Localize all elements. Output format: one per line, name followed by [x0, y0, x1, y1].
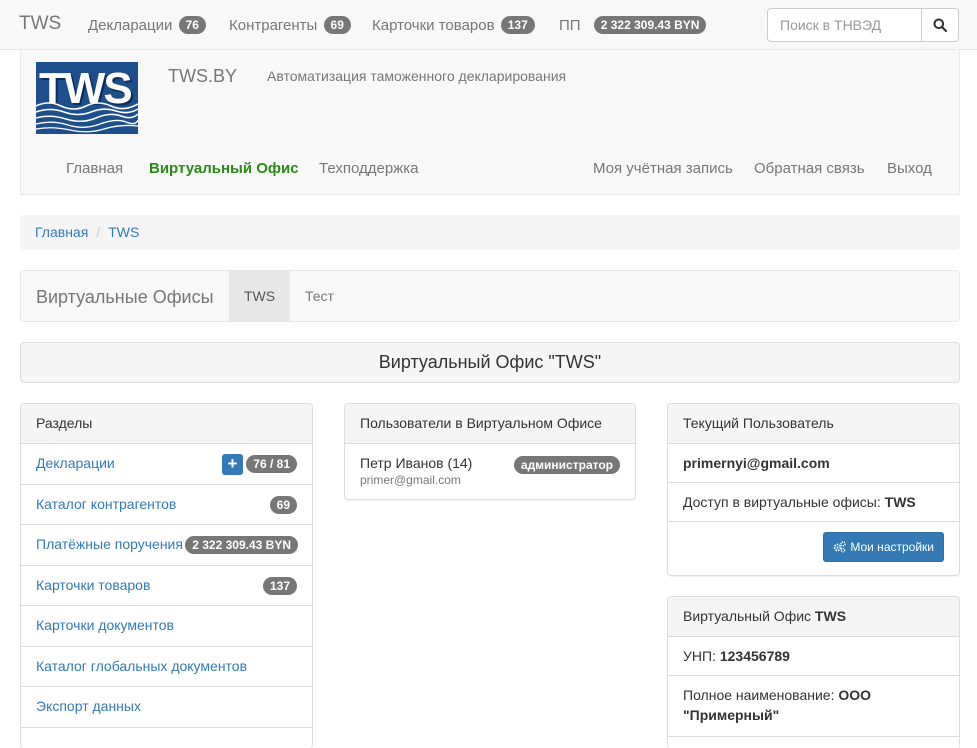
section-badge: 2 322 309.43 BYN: [185, 536, 298, 554]
nav-payment-orders[interactable]: ПП 2 322 309.43 BYN: [559, 16, 707, 34]
site-logo[interactable]: TWS: [36, 62, 138, 134]
user-row: Петр Иванов (14) primer@gmail.com админи…: [345, 444, 635, 492]
nav-payment-orders-badge: 2 322 309.43 BYN: [593, 16, 707, 34]
nav-product-cards-label: Карточки товаров: [372, 17, 495, 34]
section-item-global-documents[interactable]: Каталог глобальных документов: [21, 647, 312, 687]
nav-declarations-label: Декларации: [88, 17, 173, 34]
top-navbar: TWS Декларации 76 Контрагенты 69 Карточк…: [0, 0, 977, 50]
header-nav-home[interactable]: Главная: [66, 160, 123, 177]
nav-declarations[interactable]: Декларации 76: [88, 16, 206, 34]
logo-waves: [36, 102, 138, 133]
section-item-document-cards[interactable]: Карточки документов: [21, 606, 312, 647]
section-item-label: Экспорт данных: [36, 698, 141, 714]
unp-label: УНП:: [683, 648, 716, 664]
add-declaration-button[interactable]: +: [222, 454, 243, 475]
section-item-contractors[interactable]: Каталог контрагентов 69: [21, 485, 312, 525]
section-item-product-cards[interactable]: Карточки товаров 137: [21, 566, 312, 606]
office-info-heading-name: TWS: [814, 608, 847, 624]
header-nav-my-account[interactable]: Моя учётная запись: [593, 160, 733, 177]
section-item-declarations[interactable]: Декларации + 76 / 81: [21, 444, 312, 485]
nav-contractors-badge: 69: [323, 16, 351, 34]
section-badge: 69: [269, 495, 297, 514]
search-button[interactable]: [921, 8, 959, 42]
search-icon: [933, 18, 947, 32]
header-nav-virtual-office[interactable]: Виртуальный Офис: [149, 160, 299, 177]
access-value: TWS: [884, 494, 916, 510]
virtual-offices-title: Виртуальные Офисы: [36, 287, 214, 307]
section-item-label: Карточки документов: [36, 617, 174, 633]
my-settings-label: Мои настройки: [850, 540, 934, 554]
section-item-label: Карточки товаров: [36, 576, 151, 593]
section-badge: 76 / 81: [246, 455, 297, 473]
header-nav-feedback[interactable]: Обратная связь: [754, 160, 865, 177]
breadcrumb-separator: /: [96, 224, 101, 240]
nav-contractors[interactable]: Контрагенты 69: [229, 16, 351, 34]
nav-declarations-badge: 76: [178, 16, 206, 34]
full-name-label: Полное наименование:: [683, 687, 835, 703]
current-user-access: Доступ в виртуальные офисы: TWS: [668, 483, 959, 522]
breadcrumb-current[interactable]: TWS: [108, 224, 139, 240]
settings-row: Мои настройки: [668, 522, 959, 572]
office-full-name: Полное наименование: ООО "Примерный": [668, 676, 959, 737]
office-info-panel: Виртуальный Офис TWS УНП: 123456789 Полн…: [667, 596, 960, 748]
current-user-email: primernyi@gmail.com: [668, 444, 959, 483]
office-info-heading: Виртуальный Офис TWS: [668, 597, 959, 637]
sections-heading: Разделы: [21, 404, 312, 444]
unp-value: 123456789: [719, 648, 790, 664]
virtual-offices-bar: Виртуальные Офисы TWS Тест: [20, 270, 960, 322]
office-unp: УНП: 123456789: [668, 637, 959, 676]
office-tab-tws[interactable]: TWS: [229, 271, 291, 321]
my-settings-button[interactable]: Мои настройки: [823, 532, 944, 562]
section-badge: 137: [262, 576, 297, 595]
nav-payment-orders-label: ПП: [559, 17, 581, 34]
navbar-brand[interactable]: TWS: [19, 13, 61, 35]
site-name[interactable]: TWS.BY: [168, 66, 237, 87]
site-description: Автоматизация таможенного декларирования: [267, 68, 567, 84]
section-item-payment-orders[interactable]: Платёжные поручения 2 322 309.43 BYN: [21, 525, 312, 566]
breadcrumb: Главная / TWS: [20, 215, 960, 250]
search-input[interactable]: [767, 8, 922, 42]
header-nav-support[interactable]: Техподдержка: [319, 160, 418, 177]
nav-product-cards-badge: 137: [500, 16, 535, 34]
gears-icon: [833, 541, 847, 553]
header-nav-logout[interactable]: Выход: [887, 160, 932, 177]
user-email: primer@gmail.com: [360, 473, 461, 487]
current-user-panel: Текущий Пользователь primernyi@gmail.com…: [667, 403, 960, 576]
office-info-heading-prefix: Виртуальный Офис: [683, 608, 812, 624]
sections-panel: Разделы Декларации + 76 / 81 Каталог кон…: [20, 403, 313, 748]
office-tab-test[interactable]: Тест: [290, 271, 349, 321]
office-title: Виртуальный Офис "TWS": [20, 342, 960, 383]
access-label: Доступ в виртуальные офисы:: [683, 494, 881, 510]
users-panel: Пользователи в Виртуальном Офисе Петр Ив…: [344, 403, 636, 500]
section-item-label: Декларации: [36, 455, 115, 471]
user-role-badge: администратор: [513, 456, 620, 474]
section-item-data-export[interactable]: Экспорт данных: [21, 687, 312, 728]
site-header: TWS TWS.BY Автоматизация таможенного дек…: [20, 50, 960, 195]
nav-contractors-label: Контрагенты: [229, 17, 318, 34]
section-item-label: Платёжные поручения: [36, 536, 183, 552]
section-item-label: Каталог глобальных документов: [36, 657, 248, 674]
current-user-heading: Текущий Пользователь: [668, 404, 959, 444]
breadcrumb-home[interactable]: Главная: [35, 224, 88, 240]
nav-product-cards[interactable]: Карточки товаров 137: [372, 16, 535, 34]
users-heading: Пользователи в Виртуальном Офисе: [345, 404, 635, 444]
section-item-label: Каталог контрагентов: [36, 495, 177, 512]
